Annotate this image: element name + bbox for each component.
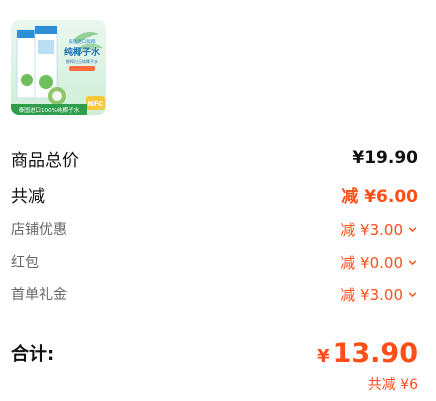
shop-discount-label: 店铺优惠 (11, 222, 67, 238)
total-discount-row: 共减 减 ¥6.00 (11, 182, 418, 207)
order-total-row: 合计: ¥ 13.90 (11, 334, 418, 372)
red-packet-value: 减 ¥0.00 (340, 253, 403, 272)
first-order-gift-label: 首单礼金 (11, 287, 67, 303)
red-packet-row[interactable]: 红包 减 ¥0.00 (11, 251, 418, 273)
chevron-down-icon (408, 259, 417, 265)
total-discount-value: 减 ¥6.00 (341, 186, 418, 207)
order-total-label: 合计: (11, 344, 55, 365)
first-order-gift-value-wrap[interactable]: 减 ¥3.00 (340, 284, 418, 305)
first-order-gift-row[interactable]: 首单礼金 减 ¥3.00 (11, 283, 418, 305)
chevron-down-icon (408, 291, 417, 297)
svg-text:泰国进口鲜椰: 泰国进口鲜椰 (69, 38, 96, 45)
coconut-water-product-illustration: 泰国进口鲜椰 纯椰子水 鲜榨白玉纯椰子水 NFC 泰国进口100%纯椰子水 (11, 20, 106, 115)
shop-discount-row[interactable]: 店铺优惠 减 ¥3.00 (11, 218, 418, 240)
goods-total-row: 商品总价 ¥19.90 (11, 146, 418, 171)
chevron-down-icon (408, 226, 417, 232)
total-saved-text: 共减 ¥6 (367, 377, 418, 393)
first-order-gift-value: 减 ¥3.00 (340, 285, 403, 304)
svg-text:泰国进口100%纯椰子水: 泰国进口100%纯椰子水 (19, 106, 80, 114)
currency-symbol: ¥ (317, 345, 330, 367)
red-packet-label: 红包 (11, 255, 39, 271)
shop-discount-value-wrap[interactable]: 减 ¥3.00 (340, 219, 418, 240)
svg-text:纯椰子水: 纯椰子水 (64, 46, 101, 58)
goods-total-label: 商品总价 (11, 150, 79, 171)
total-discount-label: 共减 (11, 186, 45, 207)
order-total-price: ¥ 13.90 (317, 338, 418, 369)
svg-text:NFC: NFC (88, 100, 104, 108)
goods-total-value: ¥19.90 (352, 148, 418, 168)
svg-text:鲜榨白玉纯椰子水: 鲜榨白玉纯椰子水 (66, 58, 98, 64)
order-total-amount: 13.90 (332, 337, 418, 369)
shop-discount-value: 减 ¥3.00 (340, 220, 403, 239)
product-image[interactable]: 泰国进口鲜椰 纯椰子水 鲜榨白玉纯椰子水 NFC 泰国进口100%纯椰子水 (11, 20, 106, 115)
red-packet-value-wrap[interactable]: 减 ¥0.00 (340, 252, 418, 273)
